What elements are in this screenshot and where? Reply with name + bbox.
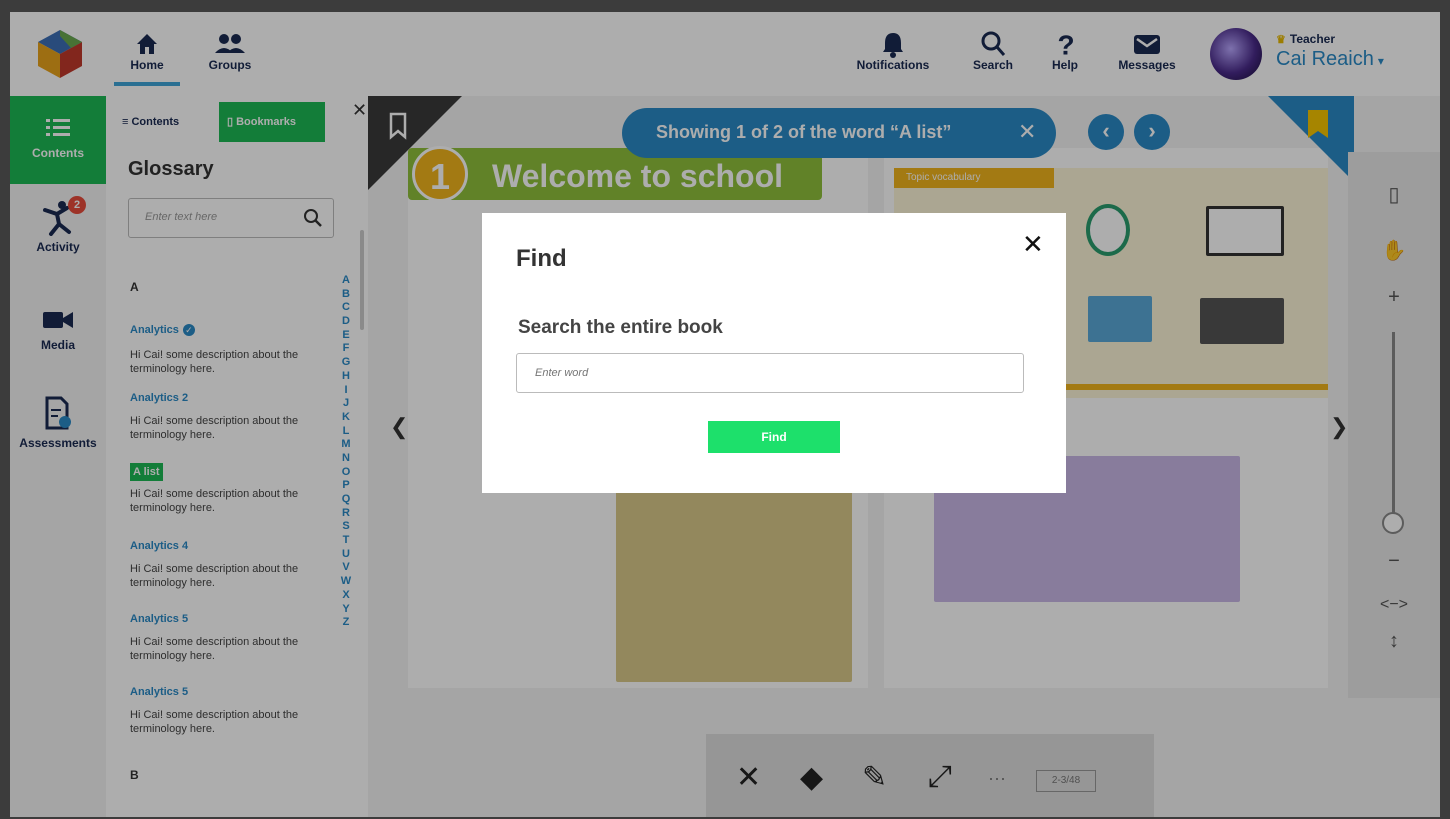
app-root: Home Groups Notifications Search ? Help … <box>10 12 1440 817</box>
find-modal: Find ✕ Search the entire book Find <box>482 213 1066 493</box>
close-icon[interactable]: ✕ <box>1022 229 1044 260</box>
find-button[interactable]: Find <box>708 421 840 453</box>
modal-subtitle: Search the entire book <box>518 317 723 338</box>
find-word-input[interactable] <box>516 353 1024 393</box>
modal-title: Find <box>516 245 567 272</box>
